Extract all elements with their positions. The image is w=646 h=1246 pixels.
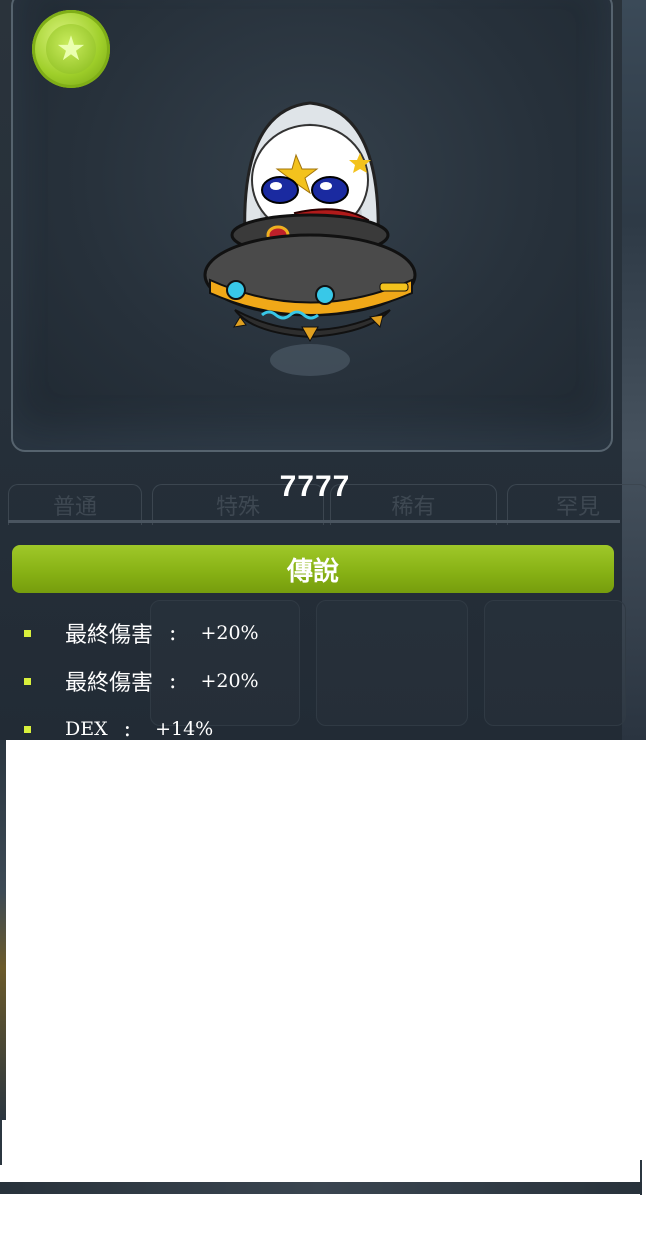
pet-name: 7777 — [279, 470, 351, 503]
stat-value: +20% — [200, 622, 259, 644]
background-game-scene — [0, 1182, 642, 1194]
stat-name: DEX — [65, 718, 108, 740]
ufo-alien-pet-image — [203, 101, 417, 376]
stat-value: +20% — [200, 670, 259, 692]
stat-separator: : — [169, 668, 177, 694]
stat-separator: : — [169, 620, 177, 646]
star-badge-icon: ★ — [32, 10, 110, 88]
background-card — [484, 600, 626, 726]
square-bullet-icon — [24, 725, 31, 733]
background-game-scene — [0, 1120, 2, 1165]
stat-name: 最終傷害 — [65, 623, 154, 648]
stat-row: 最終傷害 : +20% — [24, 665, 259, 697]
stat-row: DEX : +14% — [24, 713, 213, 742]
background-game-scene — [0, 740, 6, 1120]
rarity-bar: 傳說 — [12, 545, 614, 593]
square-bullet-icon — [24, 629, 31, 637]
background-card — [316, 600, 468, 726]
rarity-label: 傳說 — [286, 556, 339, 587]
pet-info-panel: ★ 普通 特殊 稀有 罕見 7777 傳說 最終傷害: +20% 最終傷害:… — [0, 0, 646, 742]
stat-separator: : — [123, 716, 132, 742]
stat-row: 最終傷害 : +20% — [24, 617, 259, 649]
divider — [8, 520, 620, 523]
stat-value: +14% — [155, 718, 214, 740]
square-bullet-icon — [24, 677, 31, 685]
stat-name: 最終傷害 — [65, 671, 154, 696]
blank-overlay — [0, 740, 646, 1180]
